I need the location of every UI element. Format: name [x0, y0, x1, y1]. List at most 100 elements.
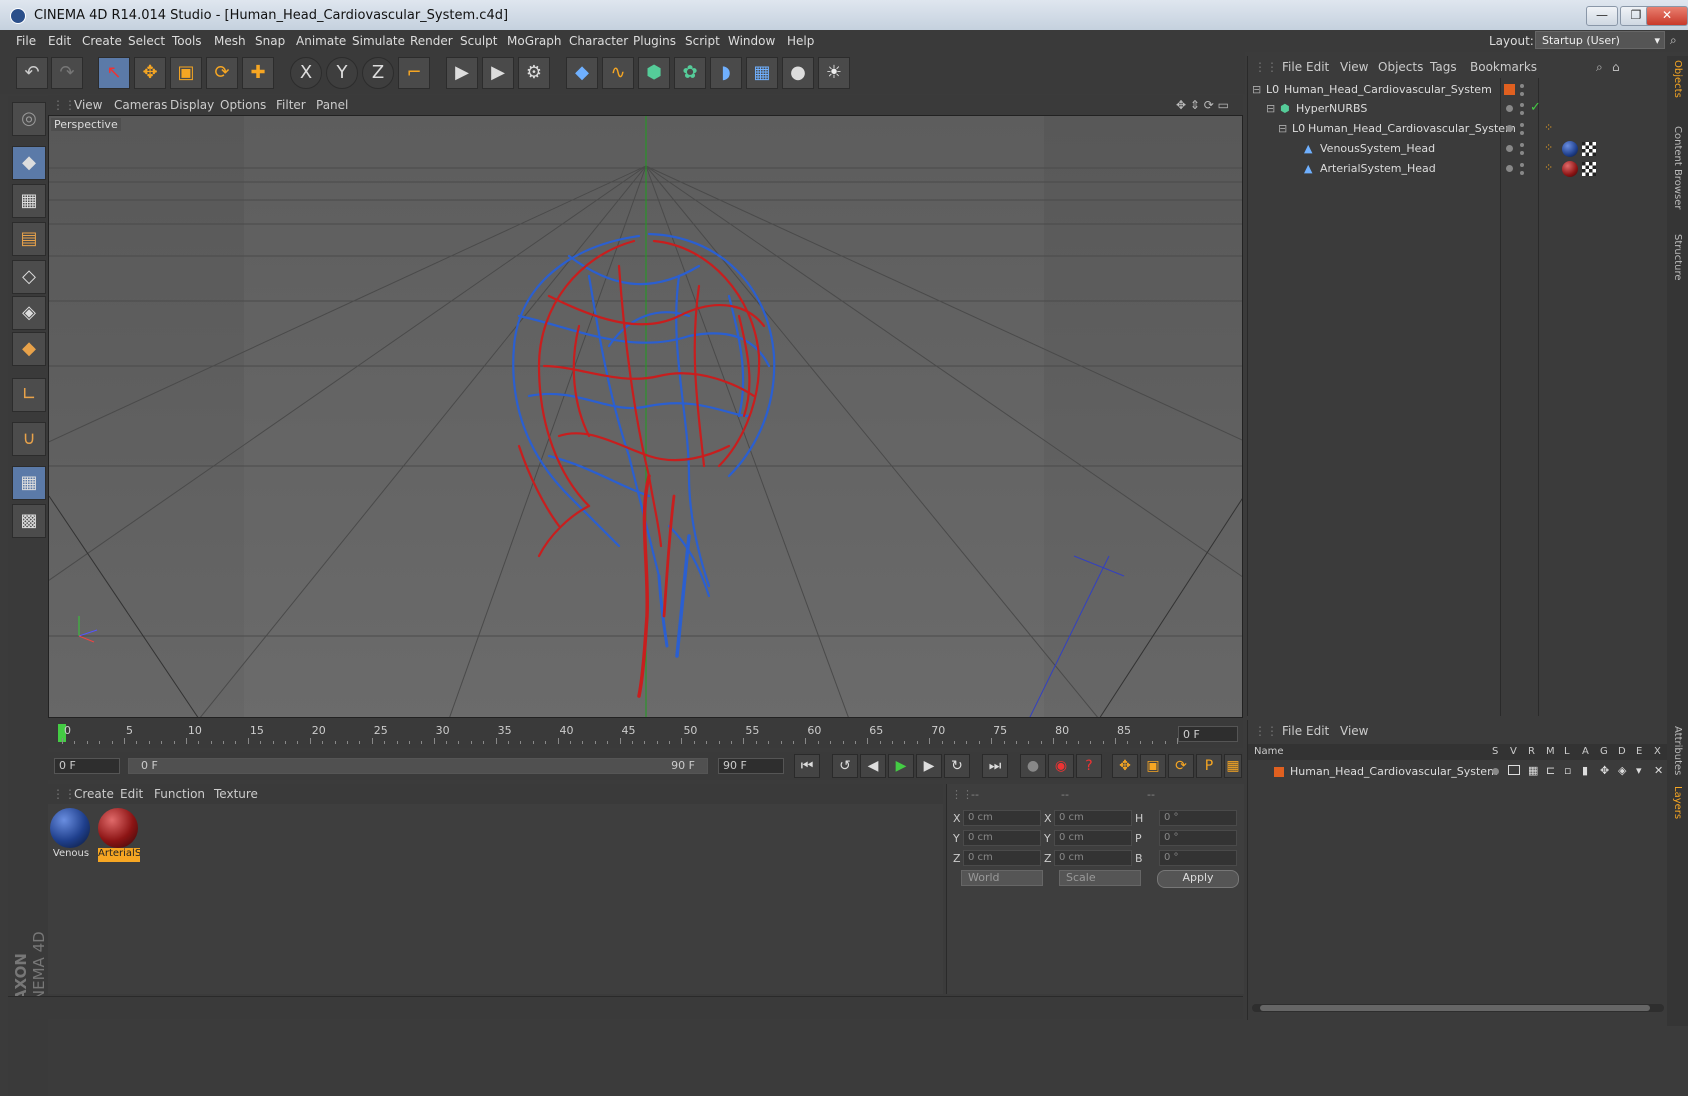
material-menu-edit[interactable]: Edit: [120, 787, 143, 801]
render-toggle-icon[interactable]: ▦: [1528, 764, 1538, 777]
menu-create[interactable]: Create: [82, 34, 122, 48]
polygons-mode-icon[interactable]: ◆: [12, 332, 46, 366]
rotate-tool-button[interactable]: ⟳: [206, 57, 238, 89]
object-row[interactable]: ⊟ L0 Human_Head_Cardiovascular_System ⁘: [1248, 119, 1668, 139]
close-button[interactable]: ✕: [1646, 6, 1688, 26]
menu-mesh[interactable]: Mesh: [214, 34, 246, 48]
layers-menu-edit[interactable]: Edit: [1306, 724, 1329, 738]
redo-button[interactable]: ↷: [51, 57, 83, 89]
uvw-tag-icon[interactable]: [1582, 162, 1596, 176]
collapse-icon[interactable]: ⊟: [1266, 103, 1278, 115]
go-to-end-button[interactable]: ⏭: [982, 754, 1008, 778]
collapse-icon[interactable]: ⊟: [1278, 123, 1290, 135]
magnet-icon[interactable]: ∪: [12, 422, 46, 456]
scale-tool-button[interactable]: ▣: [170, 57, 202, 89]
tab-layers[interactable]: Layers: [1672, 786, 1683, 819]
objects-menu-view[interactable]: View: [1340, 60, 1368, 74]
axis-mode-icon[interactable]: ∟: [12, 378, 46, 412]
edges-mode-icon[interactable]: ◈: [12, 296, 46, 330]
tab-attributes[interactable]: Attributes: [1672, 726, 1683, 775]
viewport-menu-display[interactable]: Display: [170, 98, 214, 112]
perspective-viewport[interactable]: Perspective: [48, 115, 1243, 718]
cube-object-button[interactable]: ◆: [566, 57, 598, 89]
next-key-button[interactable]: ↻: [944, 754, 970, 778]
pos-y-field[interactable]: 0 cm: [963, 830, 1041, 846]
menu-tools[interactable]: Tools: [172, 34, 202, 48]
deformer-button[interactable]: ◗: [710, 57, 742, 89]
undo-button[interactable]: ↶: [16, 57, 48, 89]
material-menu-function[interactable]: Function: [154, 787, 205, 801]
xref-toggle-icon[interactable]: ✕: [1654, 764, 1663, 777]
tab-structure[interactable]: Structure: [1672, 234, 1683, 281]
menu-snap[interactable]: Snap: [255, 34, 285, 48]
record-keys-button[interactable]: ●: [1020, 754, 1046, 778]
object-row[interactable]: ⊟ ⬢ HyperNURBS ✓: [1248, 99, 1668, 119]
uvw-tag-icon[interactable]: [1582, 142, 1596, 156]
column-xref[interactable]: X: [1654, 746, 1661, 757]
coordinate-mode-select[interactable]: World: [961, 870, 1043, 886]
menu-help[interactable]: Help: [787, 34, 814, 48]
next-frame-button[interactable]: ▶: [916, 754, 942, 778]
key-scale-button[interactable]: ▣: [1140, 754, 1166, 778]
material-menu-texture[interactable]: Texture: [214, 787, 258, 801]
locked-workplane-icon[interactable]: ▩: [12, 504, 46, 538]
manager-toggle-icon[interactable]: ⊏: [1546, 764, 1555, 777]
previous-key-button[interactable]: ↺: [832, 754, 858, 778]
expression-toggle-icon[interactable]: ▾: [1636, 764, 1642, 777]
size-mode-select[interactable]: Scale: [1059, 870, 1141, 886]
column-view[interactable]: V: [1510, 746, 1517, 757]
menu-animate[interactable]: Animate: [296, 34, 346, 48]
array-button[interactable]: ✿: [674, 57, 706, 89]
viewport-menu-filter[interactable]: Filter: [276, 98, 306, 112]
column-generators[interactable]: G: [1600, 746, 1608, 757]
viewport-menu-cameras[interactable]: Cameras: [114, 98, 167, 112]
key-position-button[interactable]: ✥: [1112, 754, 1138, 778]
layer-color-swatch[interactable]: [1274, 767, 1284, 777]
live-selection-button[interactable]: ↖: [98, 57, 130, 89]
pos-z-field[interactable]: 0 cm: [963, 850, 1041, 866]
apply-button[interactable]: Apply: [1157, 870, 1239, 888]
column-name[interactable]: Name: [1254, 746, 1284, 757]
render-picture-viewer-button[interactable]: ▶: [482, 57, 514, 89]
viewport-menu-panel[interactable]: Panel: [316, 98, 348, 112]
objects-menu-file[interactable]: File: [1282, 60, 1302, 74]
spline-button[interactable]: ∿: [602, 57, 634, 89]
animation-toggle-icon[interactable]: ▮: [1582, 764, 1588, 777]
key-parameter-button[interactable]: P: [1196, 754, 1222, 778]
tab-content-browser[interactable]: Content Browser: [1672, 126, 1683, 209]
size-z-field[interactable]: 0 cm: [1054, 850, 1132, 866]
rot-h-field[interactable]: 0 °: [1159, 810, 1237, 826]
editor-visibility-dot[interactable]: [1520, 163, 1524, 167]
timeline-ruler[interactable]: 0510152025303540455055606570758085900 F: [48, 718, 1243, 748]
collapse-icon[interactable]: ⊟: [1252, 84, 1264, 96]
menu-sculpt[interactable]: Sculpt: [460, 34, 497, 48]
viewport-menu-options[interactable]: Options: [220, 98, 266, 112]
phong-tag-icon[interactable]: ⁘: [1544, 141, 1553, 154]
render-view-button[interactable]: ▶: [446, 57, 478, 89]
play-button[interactable]: ▶: [888, 754, 914, 778]
texture-mode-icon[interactable]: ▦: [12, 184, 46, 218]
key-pla-button[interactable]: ▦: [1224, 754, 1242, 778]
tab-objects[interactable]: Objects: [1672, 60, 1683, 98]
layers-menu-file[interactable]: File: [1282, 724, 1302, 738]
y-axis-lock-button[interactable]: Y: [326, 57, 358, 89]
menu-window[interactable]: Window: [728, 34, 775, 48]
x-axis-lock-button[interactable]: X: [290, 57, 322, 89]
layers-menu-view[interactable]: View: [1340, 724, 1368, 738]
pos-x-field[interactable]: 0 cm: [963, 810, 1041, 826]
search-icon[interactable]: ⌕: [1670, 33, 1677, 48]
deformer-toggle-icon[interactable]: ◈: [1618, 764, 1626, 777]
key-rotation-button[interactable]: ⟳: [1168, 754, 1194, 778]
material-venous[interactable]: Venous: [50, 808, 92, 864]
column-deformers[interactable]: D: [1618, 746, 1626, 757]
objects-menu-tags[interactable]: Tags: [1430, 60, 1457, 74]
search-icon[interactable]: ⌕: [1596, 60, 1603, 75]
generator-toggle-icon[interactable]: ✥: [1600, 764, 1609, 777]
column-solo[interactable]: S: [1492, 746, 1498, 757]
move-tool-button[interactable]: ✥: [134, 57, 166, 89]
enabled-check-icon[interactable]: ✓: [1530, 100, 1541, 115]
floor-button[interactable]: ▦: [746, 57, 778, 89]
nurbs-button[interactable]: ⬢: [638, 57, 670, 89]
points-mode-icon[interactable]: ◇: [12, 260, 46, 294]
editor-visibility-dot[interactable]: [1520, 103, 1524, 107]
